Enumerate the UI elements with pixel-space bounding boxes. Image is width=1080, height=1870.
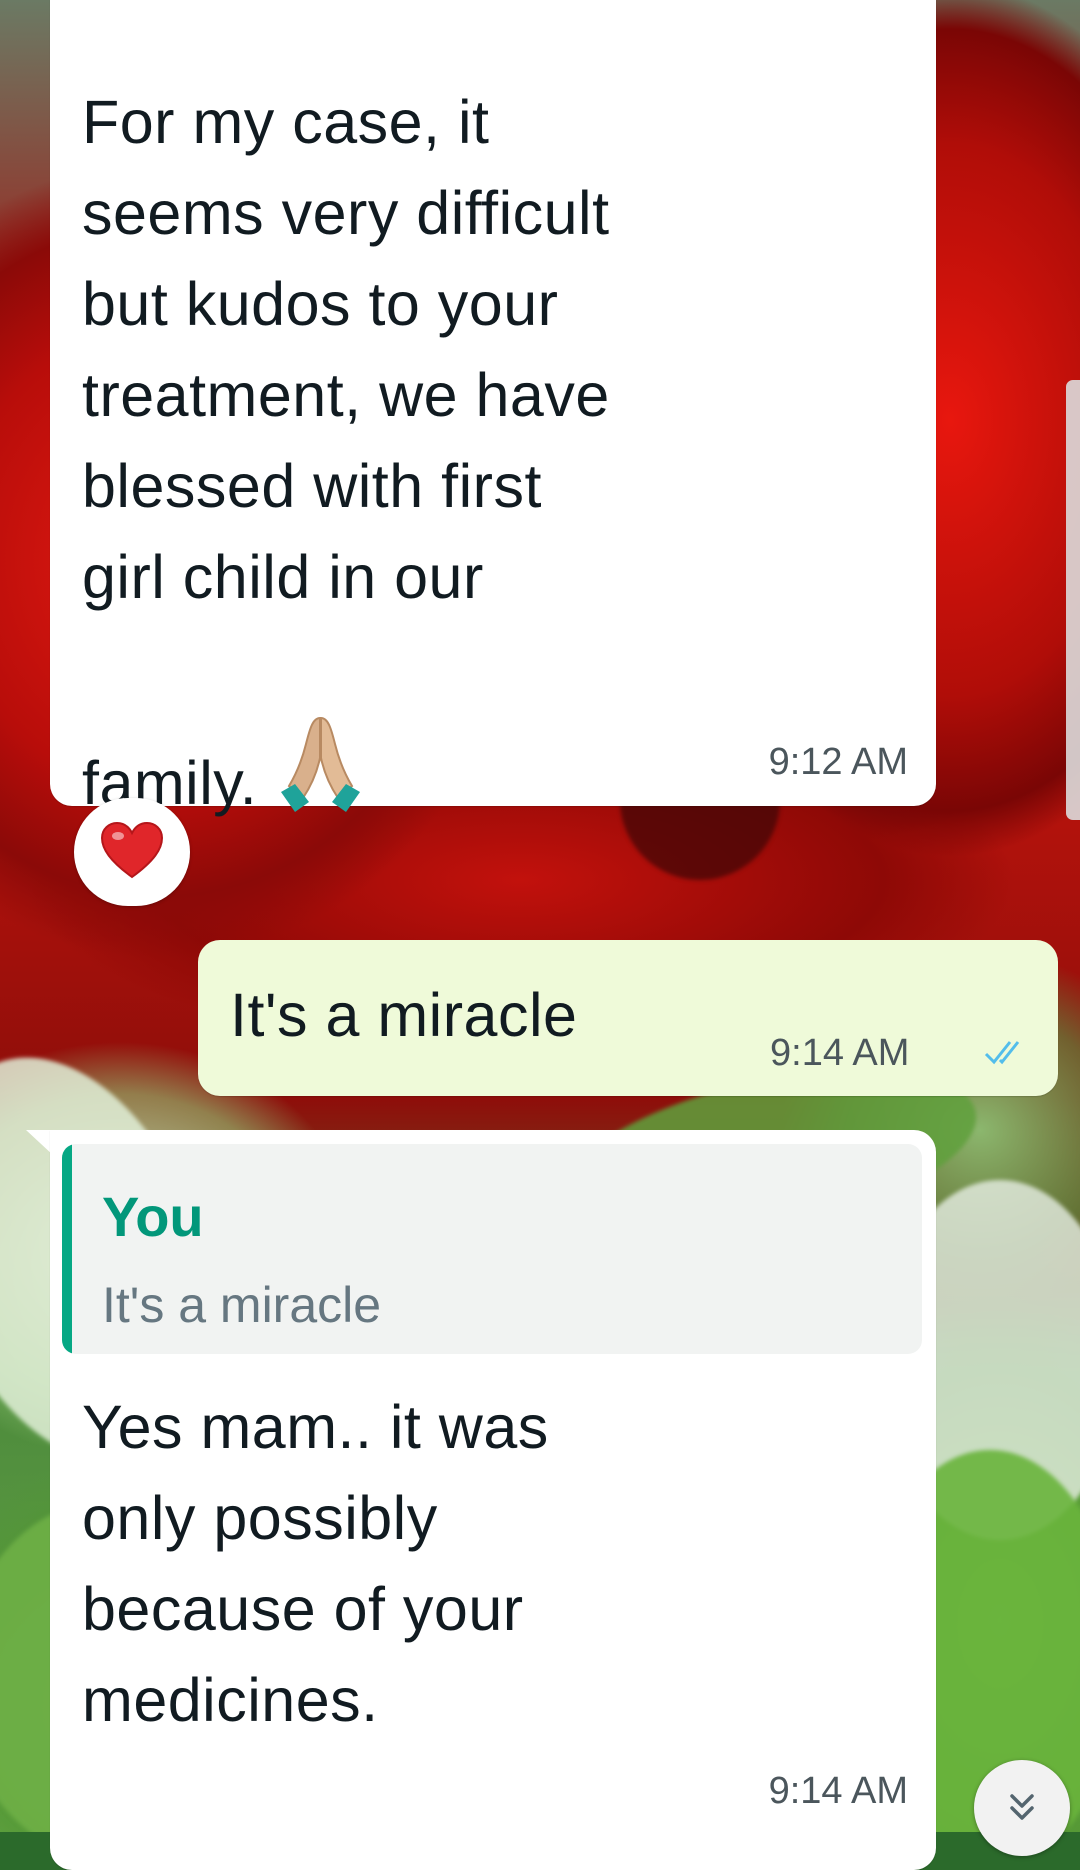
message-time: 9:14 AM: [770, 1032, 910, 1074]
reaction-badge[interactable]: [74, 798, 190, 906]
quote-author: You: [102, 1185, 204, 1248]
message-bubble-outgoing[interactable]: It's a miracle 9:14 AM: [198, 940, 1058, 1096]
side-panel-handle[interactable]: [1066, 380, 1080, 820]
message-time: 9:12 AM: [768, 741, 908, 783]
message-text: It's a miracle: [230, 981, 578, 1049]
message-text: Yes mam.. it was only possibly because o…: [82, 1393, 549, 1734]
quoted-message[interactable]: You It's a miracle: [62, 1144, 922, 1354]
quote-accent-bar: [62, 1144, 72, 1354]
red-heart-icon: [100, 821, 164, 884]
read-receipt-icon: [984, 1038, 1030, 1073]
message-text: For my case, it seems very difficult but…: [82, 88, 610, 817]
message-bubble-incoming[interactable]: You It's a miracle Yes mam.. it was only…: [50, 1130, 936, 1870]
message-bubble-incoming[interactable]: For my case, it seems very difficult but…: [50, 0, 936, 817]
message-time: 9:14 AM: [768, 1770, 908, 1812]
quote-text: It's a miracle: [102, 1277, 382, 1333]
scroll-to-bottom-button[interactable]: [974, 1760, 1070, 1856]
folded-hands-icon: [273, 623, 368, 812]
double-chevron-down-icon: [1002, 1786, 1042, 1831]
